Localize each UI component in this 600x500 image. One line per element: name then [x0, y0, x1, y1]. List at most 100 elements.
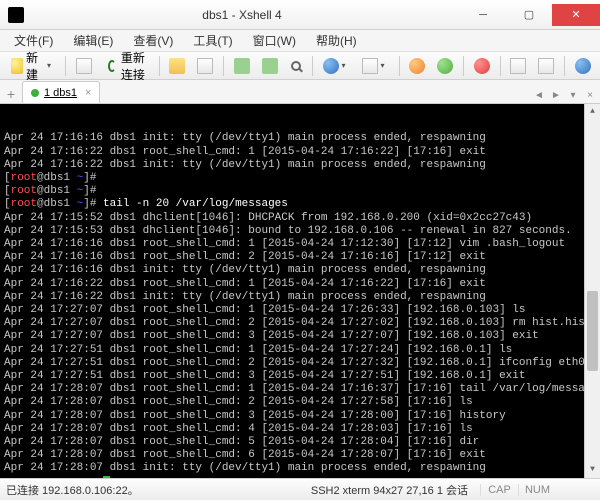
separator [65, 56, 66, 76]
font-button[interactable]: ▾ [357, 55, 394, 77]
tab-list-button[interactable]: ▾ [565, 87, 581, 103]
dropdown-icon: ▾ [47, 61, 53, 70]
tab-prev-button[interactable]: ◄ [531, 87, 547, 103]
tabbar: + 1 dbs1 × ◄ ► ▾ × [0, 80, 600, 104]
palette-icon [323, 58, 339, 74]
doc-icon [197, 58, 213, 74]
status-session-info: SSH2 xterm 94x27 27,16 1 会话 [311, 482, 468, 498]
menu-tools[interactable]: 工具(T) [185, 30, 240, 51]
save-icon [76, 58, 92, 74]
status-connection: 已连接 192.168.0.106:22。 [6, 482, 311, 498]
open-button[interactable] [164, 55, 190, 77]
layout1-button[interactable] [505, 55, 531, 77]
layout2-button[interactable] [533, 55, 559, 77]
scroll-up-button[interactable]: ▲ [585, 104, 600, 120]
layout-icon [510, 58, 526, 74]
add-tab-button[interactable]: + [2, 85, 20, 103]
separator [399, 56, 400, 76]
menu-edit[interactable]: 编辑(E) [65, 30, 121, 51]
separator [463, 56, 464, 76]
tab-close-all-button[interactable]: × [582, 87, 598, 103]
minimize-button[interactable]: ─ [460, 4, 506, 26]
menu-help[interactable]: 帮助(H) [308, 30, 365, 51]
scrollbar[interactable]: ▲ ▼ [584, 104, 600, 478]
tab-label: 1 dbs1 [44, 87, 77, 99]
folder-icon [169, 58, 185, 74]
transfer-icon [474, 58, 490, 74]
xftp-button[interactable] [469, 55, 495, 77]
terminal[interactable]: Apr 24 17:16:16 dbs1 init: tty (/dev/tty… [0, 104, 600, 478]
terminal-line: Apr 24 17:15:52 dbs1 dhclient[1046]: DHC… [4, 212, 596, 225]
caps-indicator: CAP [480, 484, 518, 496]
terminal-line: [root@dbs1 ~]# [4, 476, 596, 478]
terminal-line: Apr 24 17:28:07 dbs1 root_shell_cmd: 5 [… [4, 436, 596, 449]
color-button[interactable]: ▾ [318, 55, 355, 77]
tab-dbs1[interactable]: 1 dbs1 × [22, 81, 100, 103]
find-icon [291, 61, 301, 71]
menu-window[interactable]: 窗口(W) [245, 30, 304, 51]
new-label: 新建 [26, 49, 44, 83]
find-button[interactable] [285, 55, 307, 77]
terminal-line: Apr 24 17:27:07 dbs1 root_shell_cmd: 2 [… [4, 317, 596, 330]
separator [500, 56, 501, 76]
copy-icon [234, 58, 250, 74]
terminal-line: Apr 24 17:28:07 dbs1 root_shell_cmd: 2 [… [4, 396, 596, 409]
terminal-line: Apr 24 17:28:07 dbs1 root_shell_cmd: 6 [… [4, 449, 596, 462]
copy-button[interactable] [229, 55, 255, 77]
close-button[interactable]: ✕ [552, 4, 600, 26]
new-icon [11, 58, 23, 74]
terminal-line: Apr 24 17:28:07 dbs1 init: tty (/dev/tty… [4, 462, 596, 475]
terminal-line: Apr 24 17:16:16 dbs1 init: tty (/dev/tty… [4, 132, 596, 145]
app-icon [8, 7, 24, 23]
paste-icon [262, 58, 278, 74]
maximize-button[interactable]: ▢ [506, 4, 552, 26]
terminal-line: [root@dbs1 ~]# [4, 172, 596, 185]
statusbar: 已连接 192.168.0.106:22。 SSH2 xterm 94x27 2… [0, 478, 600, 500]
terminal-line: Apr 24 17:16:16 dbs1 root_shell_cmd: 1 [… [4, 238, 596, 251]
reconnect-label: 重新连接 [121, 49, 147, 83]
toolbar: 新建▾ 重新连接 ▾ ▾ [0, 52, 600, 80]
terminal-line: Apr 24 17:16:22 dbs1 init: tty (/dev/tty… [4, 159, 596, 172]
tab-next-button[interactable]: ► [548, 87, 564, 103]
terminal-line: Apr 24 17:27:07 dbs1 root_shell_cmd: 1 [… [4, 304, 596, 317]
lock-icon [437, 58, 453, 74]
scroll-down-button[interactable]: ▼ [585, 462, 600, 478]
terminal-line: [root@dbs1 ~]# tail -n 20 /var/log/messa… [4, 198, 596, 211]
num-indicator: NUM [518, 484, 556, 496]
new-session-button[interactable]: 新建▾ [4, 55, 60, 77]
terminal-line: Apr 24 17:27:51 dbs1 root_shell_cmd: 2 [… [4, 357, 596, 370]
layout-icon [538, 58, 554, 74]
separator [159, 56, 160, 76]
separator [312, 56, 313, 76]
lock-button[interactable] [432, 55, 458, 77]
properties-button[interactable] [192, 55, 218, 77]
terminal-line: Apr 24 17:16:22 dbs1 root_shell_cmd: 1 [… [4, 146, 596, 159]
menubar: 文件(F) 编辑(E) 查看(V) 工具(T) 窗口(W) 帮助(H) [0, 30, 600, 52]
fullscreen-button[interactable] [570, 55, 596, 77]
reload-icon [108, 60, 116, 72]
terminal-line: Apr 24 17:27:51 dbs1 root_shell_cmd: 1 [… [4, 344, 596, 357]
terminal-line: Apr 24 17:16:16 dbs1 root_shell_cmd: 2 [… [4, 251, 596, 264]
scroll-thumb[interactable] [587, 291, 598, 371]
font-icon [362, 58, 378, 74]
tab-close-button[interactable]: × [85, 87, 91, 99]
terminal-line: Apr 24 17:28:07 dbs1 root_shell_cmd: 3 [… [4, 410, 596, 423]
bookmark-button[interactable] [404, 55, 430, 77]
reconnect-button[interactable]: 重新连接 [99, 55, 154, 77]
star-icon [409, 58, 425, 74]
paste-button[interactable] [257, 55, 283, 77]
dropdown-icon: ▾ [342, 61, 350, 70]
connection-status-icon [31, 89, 39, 97]
dropdown-icon: ▾ [381, 61, 389, 70]
window-title: dbs1 - Xshell 4 [24, 8, 460, 22]
separator [564, 56, 565, 76]
terminal-line: Apr 24 17:27:07 dbs1 root_shell_cmd: 3 [… [4, 330, 596, 343]
separator [223, 56, 224, 76]
terminal-line: Apr 24 17:16:16 dbs1 init: tty (/dev/tty… [4, 264, 596, 277]
titlebar: dbs1 - Xshell 4 ─ ▢ ✕ [0, 0, 600, 30]
cursor [103, 476, 110, 478]
terminal-line: Apr 24 17:28:07 dbs1 root_shell_cmd: 4 [… [4, 423, 596, 436]
terminal-line: Apr 24 17:15:53 dbs1 dhclient[1046]: bou… [4, 225, 596, 238]
save-button[interactable] [71, 55, 97, 77]
terminal-line: Apr 24 17:28:07 dbs1 root_shell_cmd: 1 [… [4, 383, 596, 396]
